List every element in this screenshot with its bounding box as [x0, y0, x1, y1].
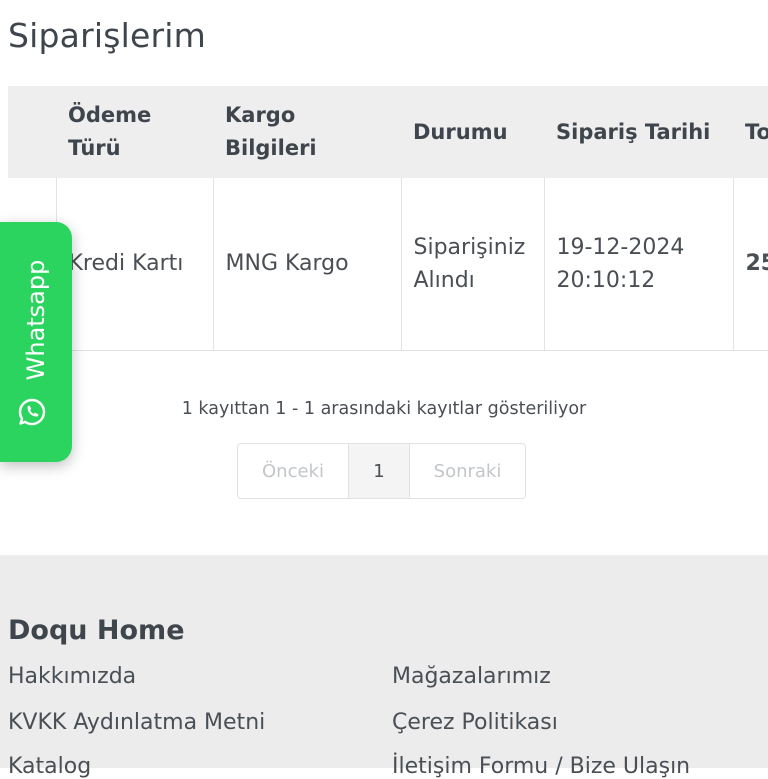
cell-payment-type: Kredi Kartı [55, 178, 213, 351]
table-header-row: Ödeme Türü Kargo Bilgileri Durumu Sipari… [8, 86, 768, 178]
header-shipping[interactable]: Kargo Bilgileri [213, 86, 401, 178]
footer-brand: Doqu Home [8, 615, 185, 646]
table-row[interactable]: Kredi Kartı MNG Kargo Siparişiniz Alındı… [8, 178, 768, 351]
pagination-next-button[interactable]: Sonraki [410, 444, 525, 498]
header-blank [8, 86, 56, 178]
footer-link-about[interactable]: Hakkımızda [8, 664, 136, 689]
header-status[interactable]: Durumu [401, 86, 544, 178]
cell-status: Siparişiniz Alındı [400, 178, 544, 351]
footer-link-kvkk[interactable]: KVKK Aydınlatma Metni [8, 710, 265, 735]
footer-link-contact[interactable]: İletişim Formu / Bize Ulaşın [392, 754, 690, 779]
header-payment-type[interactable]: Ödeme Türü [56, 86, 213, 178]
pagination: Önceki 1 Sonraki [237, 443, 526, 499]
footer-link-stores[interactable]: Mağazalarımız [392, 664, 551, 689]
header-order-date[interactable]: Sipariş Tarihi [544, 86, 733, 178]
whatsapp-icon [17, 397, 47, 427]
page-title: Siparişlerim [8, 16, 206, 55]
footer-link-catalog[interactable]: Katalog [8, 754, 91, 779]
cell-total: 250 [732, 178, 768, 351]
pagination-page-button[interactable]: 1 [349, 444, 410, 498]
cell-order-date: 19-12-2024 20:10:12 [543, 178, 733, 351]
whatsapp-label: Whatsapp [22, 259, 50, 381]
pagination-prev-button[interactable]: Önceki [238, 444, 349, 498]
footer-link-cookie-policy[interactable]: Çerez Politikası [392, 710, 558, 735]
orders-table: Ödeme Türü Kargo Bilgileri Durumu Sipari… [8, 86, 768, 352]
cell-shipping: MNG Kargo [212, 178, 401, 351]
table-info-text: 1 kayıttan 1 - 1 arasındaki kayıtlar gös… [181, 399, 587, 419]
footer: Doqu Home Hakkımızda Mağazalarımız KVKK … [0, 555, 768, 779]
header-total[interactable]: Toplam [733, 86, 768, 178]
